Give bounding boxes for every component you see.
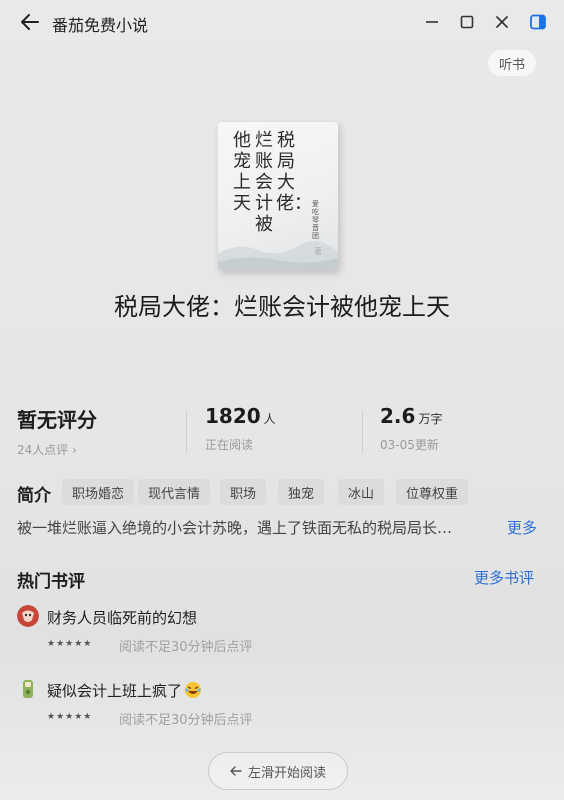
cover-mountain-illustration xyxy=(218,241,338,270)
title-bar: 番茄免费小说 xyxy=(0,0,564,44)
back-arrow-icon[interactable] xyxy=(18,10,42,34)
update-date: 03-05更新 xyxy=(380,438,439,452)
tag-chip[interactable]: 冰山 xyxy=(338,479,385,505)
cover-title-col-1: 他宠上天 xyxy=(233,130,251,214)
rating-value: 暂无评分 xyxy=(17,408,97,432)
intro-more-link[interactable]: 更多 xyxy=(507,517,537,538)
book-title: 税局大佬：烂账会计被他宠上天 xyxy=(114,293,450,321)
rating-stat[interactable]: 暂无评分 24人点评 › xyxy=(17,404,97,458)
avatar xyxy=(17,605,39,627)
readers-value: 1820 xyxy=(205,404,261,428)
side-panel-icon[interactable] xyxy=(526,10,550,34)
words-stat: 2.6 万字 03-05更新 xyxy=(380,404,442,453)
tag-chip[interactable]: 职场婚恋 xyxy=(62,479,135,505)
tag-chip[interactable]: 职场 xyxy=(220,479,267,505)
close-icon[interactable] xyxy=(490,10,514,34)
intro-label: 简介 xyxy=(17,486,51,506)
start-reading-button[interactable]: 左滑开始阅读 xyxy=(208,752,348,790)
listen-button[interactable]: 听书 xyxy=(488,50,536,76)
review-note: 阅读不足30分钟后点评 xyxy=(119,640,253,655)
intro-text[interactable]: 被一堆烂账逼入绝境的小会计苏晚，遇上了铁面无私的税局局长… xyxy=(17,517,495,538)
tag-chip[interactable]: 位尊权重 xyxy=(396,479,469,505)
avatar xyxy=(23,680,33,698)
app-title: 番茄免费小说 xyxy=(52,16,149,35)
laughing-emoji-icon xyxy=(185,682,202,698)
review-note: 阅读不足30分钟后点评 xyxy=(119,713,253,728)
readers-label: 正在阅读 xyxy=(205,438,254,452)
arrow-left-icon xyxy=(230,766,242,776)
star-rating: ★★★★★ xyxy=(47,712,93,722)
cover-title-col-2: 烂账会计被 xyxy=(255,130,273,235)
cover-title-col-3: 税局大佬： xyxy=(276,130,312,214)
book-cover[interactable]: 税局大佬： 烂账会计被 他宠上天 爱吃琴音团 著 xyxy=(218,122,338,270)
maximize-icon[interactable] xyxy=(455,10,479,34)
readers-stat: 1820 人 正在阅读 xyxy=(205,404,276,453)
reviews-title: 热门书评 xyxy=(17,572,85,592)
stat-divider xyxy=(362,410,363,454)
words-value: 2.6 xyxy=(380,404,416,428)
start-reading-label: 左滑开始阅读 xyxy=(247,765,326,781)
words-unit: 万字 xyxy=(418,412,443,426)
review-text: 疑似会计上班上疯了 xyxy=(47,680,202,701)
stat-divider xyxy=(186,410,187,454)
rating-count[interactable]: 24人点评 › xyxy=(17,441,97,458)
review-text-content: 疑似会计上班上疯了 xyxy=(47,682,183,700)
minimize-icon[interactable] xyxy=(420,10,444,34)
more-reviews-link[interactable]: 更多书评 xyxy=(474,567,534,588)
readers-unit: 人 xyxy=(263,412,276,426)
review-text: 财务人员临死前的幻想 xyxy=(47,609,198,627)
tag-chip[interactable]: 独宠 xyxy=(278,479,325,505)
star-rating: ★★★★★ xyxy=(47,639,93,649)
tag-chip[interactable]: 现代言情 xyxy=(138,479,211,505)
